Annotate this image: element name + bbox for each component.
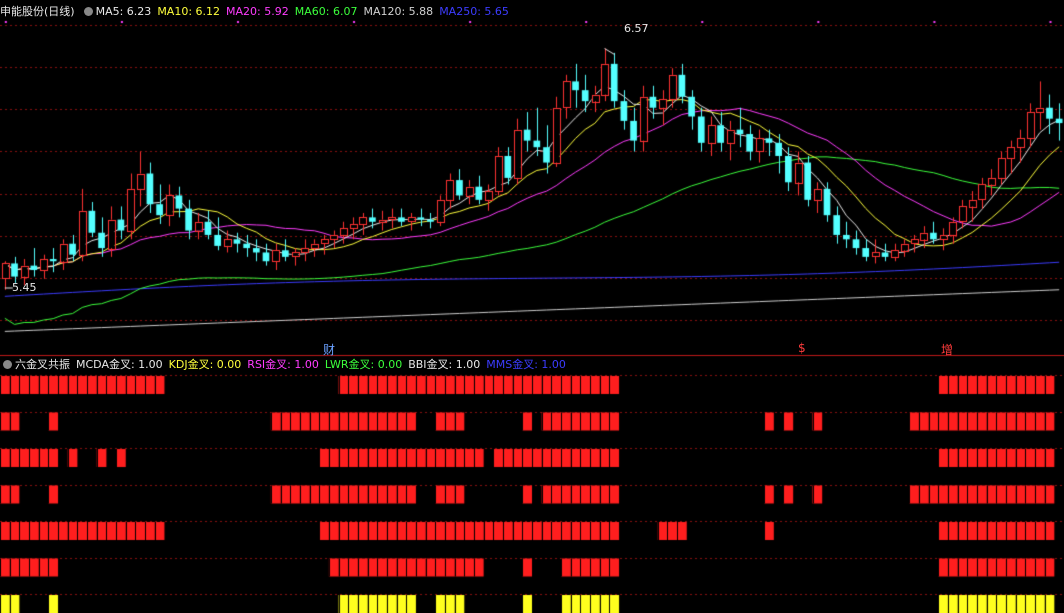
- bottom-legend: 六金叉共振 MCDA金叉: 1.00 KDJ金叉: 0.00 RSI金叉: 1.00 L…: [0, 357, 572, 373]
- ma250-label: MA250: 5.65: [439, 5, 509, 18]
- mms-label: MMS金叉: 1.00: [486, 358, 566, 371]
- chart-title: 申能股份(日线): [0, 5, 75, 18]
- kline-chart[interactable]: [0, 0, 1064, 613]
- event-marker-dividend[interactable]: $: [798, 341, 806, 355]
- low-price-label: 5.45: [12, 281, 37, 294]
- ma60-label: MA60: 6.07: [294, 5, 358, 18]
- top-legend: 申能股份(日线) MA5: 6.23 MA10: 6.12 MA20: 5.92 MA6…: [0, 4, 515, 20]
- bbi-label: BBI金叉: 1.00: [408, 358, 481, 371]
- ma120-label: MA120: 5.88: [363, 5, 434, 18]
- settings-toggle-icon[interactable]: [3, 360, 12, 369]
- high-price-label: 6.57: [624, 22, 649, 35]
- event-marker-finance[interactable]: 财: [323, 341, 335, 358]
- ma10-label: MA10: 6.12: [157, 5, 221, 18]
- mcda-label: MCDA金叉: 1.00: [76, 358, 163, 371]
- ma20-label: MA20: 5.92: [226, 5, 289, 18]
- event-marker-increase[interactable]: 增: [941, 341, 953, 358]
- indicator-title: 六金叉共振: [15, 358, 70, 371]
- lwr-label: LWR金叉: 0.00: [324, 358, 403, 371]
- rsi-label: RSI金叉: 1.00: [247, 358, 319, 371]
- kdj-label: KDJ金叉: 0.00: [168, 358, 242, 371]
- ma5-label: MA5: 6.23: [95, 5, 152, 18]
- settings-toggle-icon[interactable]: [83, 7, 93, 16]
